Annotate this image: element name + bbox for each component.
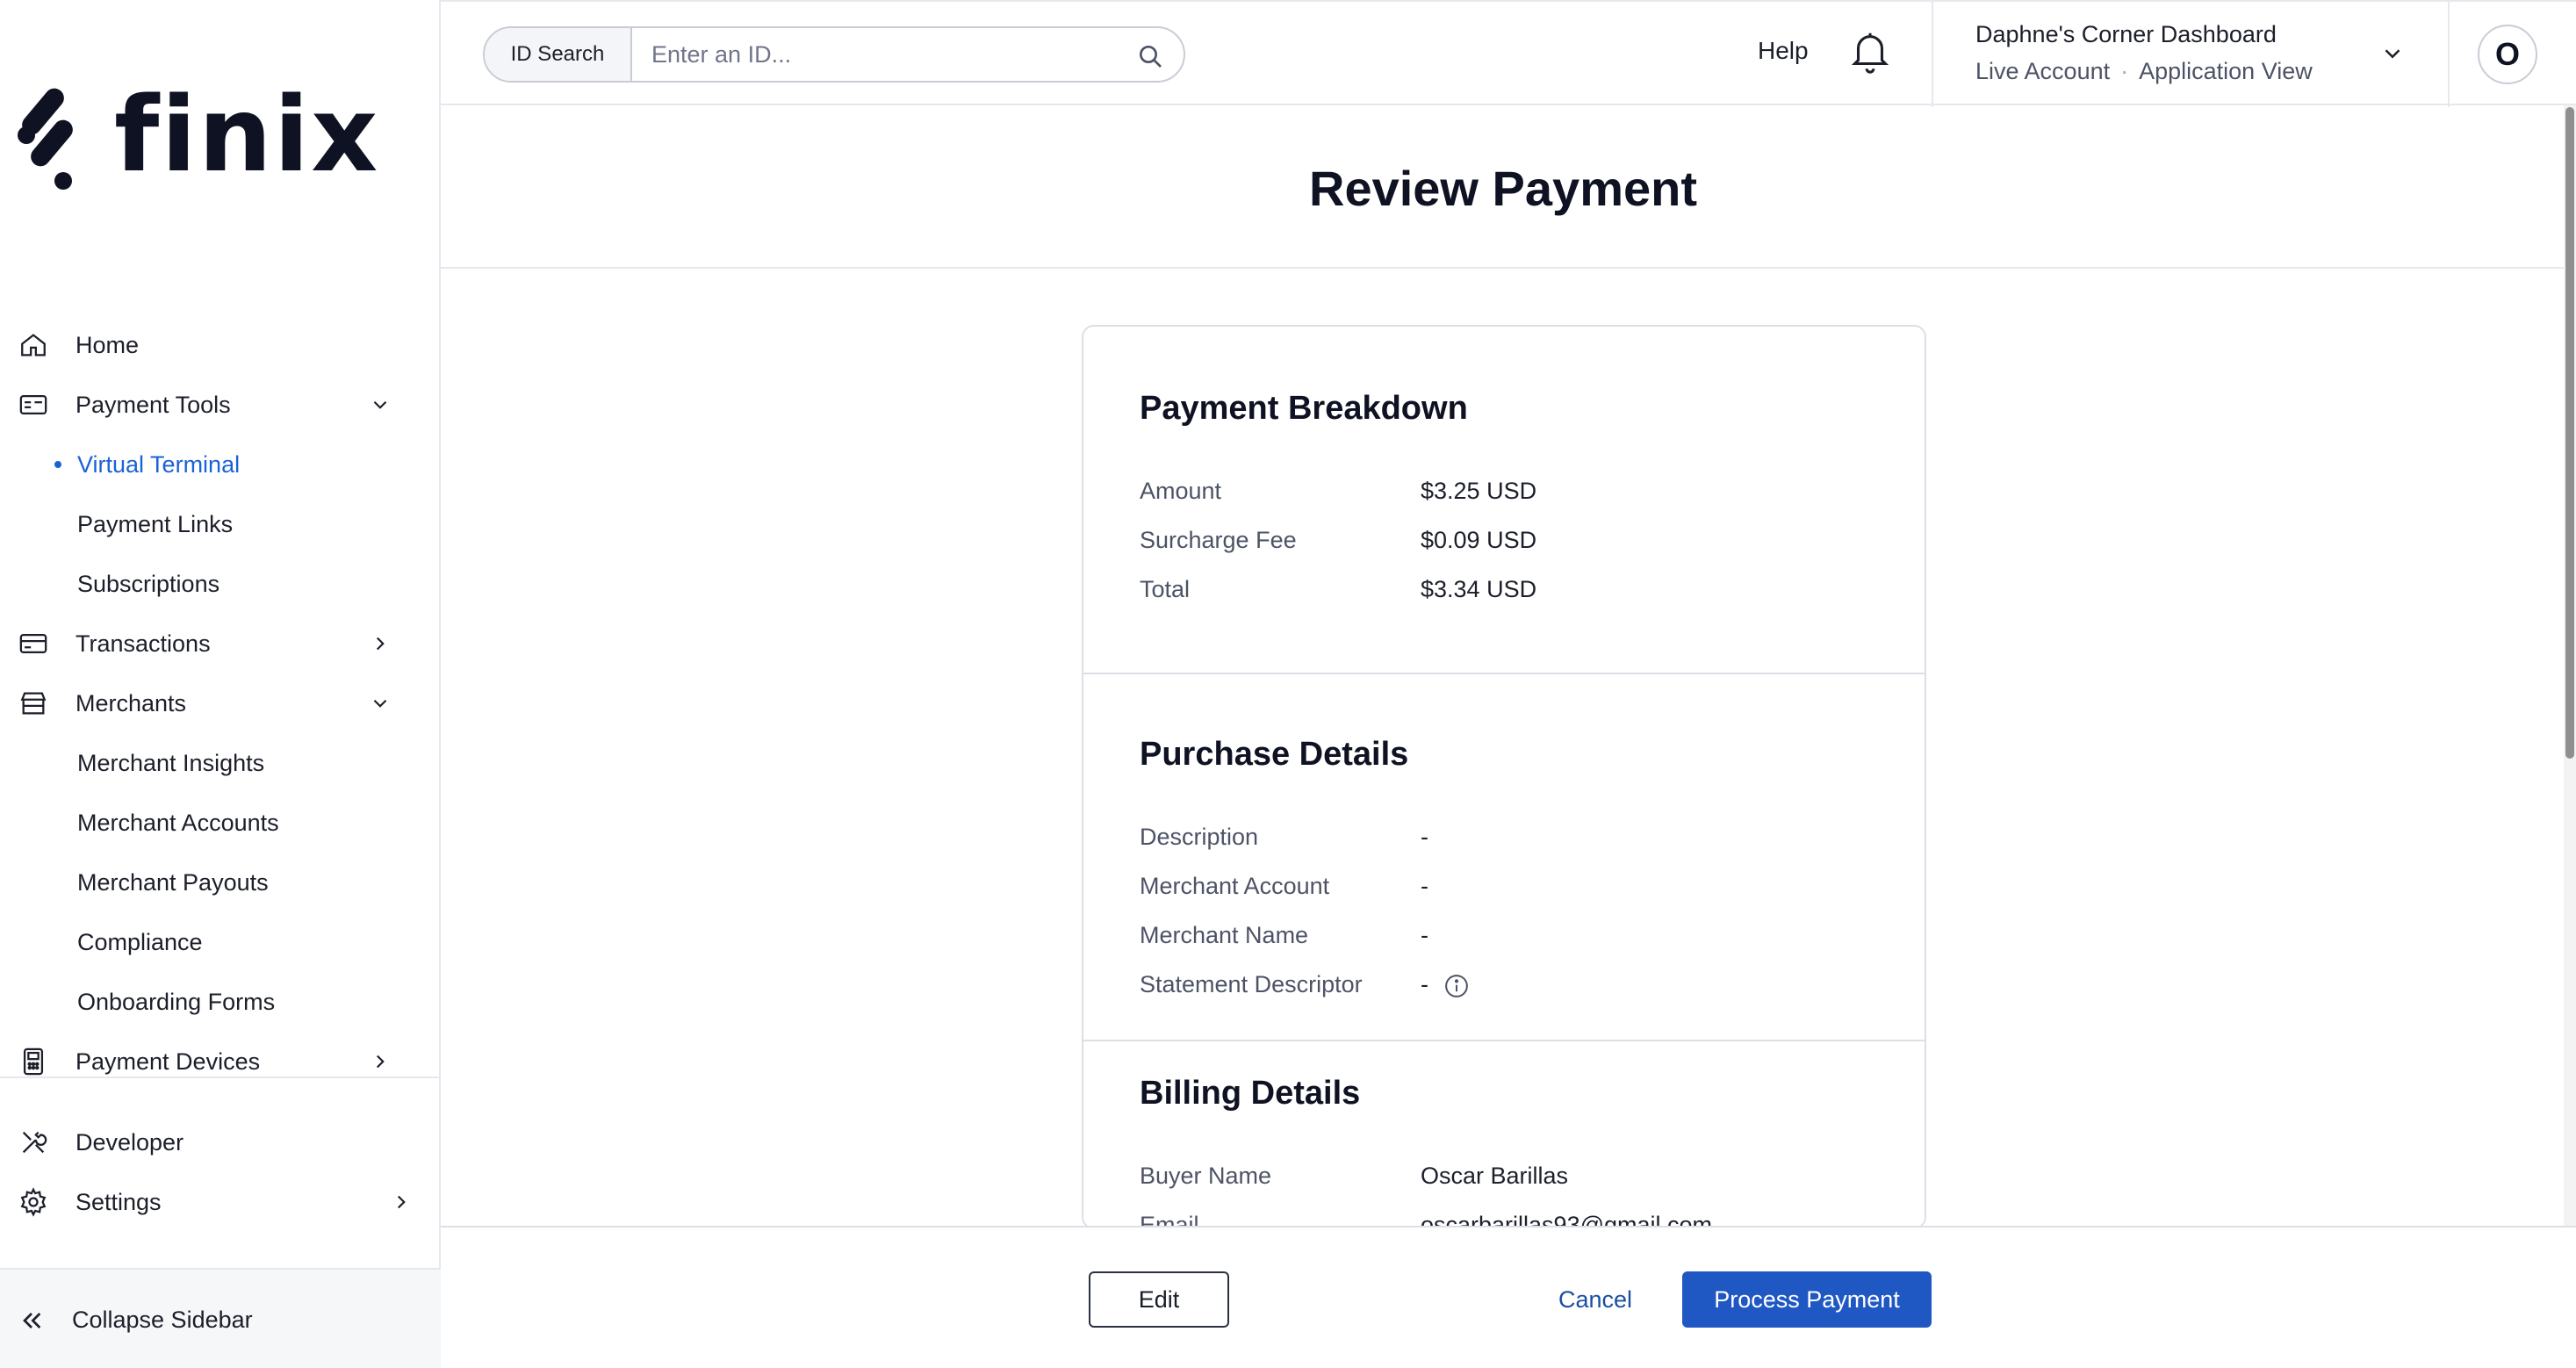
- merchant-account-value: -: [1421, 873, 1428, 899]
- surcharge-fee-label: Surcharge Fee: [1140, 527, 1297, 553]
- payment-device-icon: [18, 1046, 49, 1077]
- description-value: -: [1421, 824, 1428, 850]
- total-label: Total: [1140, 576, 1191, 602]
- collapse-sidebar-button[interactable]: Collapse Sidebar: [0, 1268, 441, 1368]
- help-link[interactable]: Help: [1758, 37, 1809, 65]
- developer-tools-icon: [18, 1127, 49, 1158]
- sidebar-item-merchant-payouts[interactable]: Merchant Payouts: [0, 854, 441, 911]
- buyer-name-label: Buyer Name: [1140, 1163, 1272, 1189]
- sidebar-item-label: Merchants: [76, 689, 187, 716]
- chevron-right-icon: [376, 1055, 385, 1069]
- section-divider: [1083, 673, 1925, 674]
- sidebar-item-label: Merchant Insights: [77, 749, 265, 776]
- chevron-down-icon: [373, 400, 387, 409]
- collapse-sidebar-label: Collapse Sidebar: [72, 1307, 253, 1333]
- sidebar-item-label: Payment Devices: [76, 1048, 261, 1075]
- id-search-box: ID Search: [483, 26, 1185, 83]
- review-payment-card: Payment Breakdown Amount $3.25 USD Surch…: [1082, 325, 1926, 1229]
- sidebar-item-label: Merchant Payouts: [77, 868, 269, 896]
- sidebar-item-label: Subscriptions: [77, 570, 220, 597]
- page-title: Review Payment: [1309, 161, 1697, 216]
- id-search-tag[interactable]: ID Search: [485, 28, 632, 81]
- header-divider: [2448, 2, 2450, 107]
- user-avatar[interactable]: O: [2478, 25, 2537, 84]
- scrollbar-thumb[interactable]: [2565, 107, 2574, 759]
- chevron-right-icon: [397, 1195, 406, 1209]
- sidebar-item-settings[interactable]: Settings: [0, 1174, 441, 1230]
- gear-icon: [18, 1186, 49, 1218]
- chevron-down-icon: [2385, 49, 2400, 59]
- payment-breakdown-title: Payment Breakdown: [1140, 390, 1468, 427]
- top-bar: ID Search Help Daphne's Corner Dashboard…: [441, 0, 2576, 107]
- active-indicator-dot: [54, 461, 61, 468]
- sidebar-item-label: Payment Tools: [76, 391, 231, 418]
- sidebar-item-developer[interactable]: Developer: [0, 1114, 441, 1170]
- finix-logo[interactable]: finix: [12, 77, 379, 191]
- finix-logo-mark-icon: [18, 88, 73, 190]
- sidebar-item-transactions[interactable]: Transactions: [0, 616, 441, 672]
- sidebar-item-label: Home: [76, 331, 140, 358]
- account-dashboard-name: Daphne's Corner Dashboard: [1975, 21, 2277, 47]
- sidebar-item-payment-links[interactable]: Payment Links: [0, 496, 441, 552]
- info-icon[interactable]: [1443, 973, 1470, 999]
- merchant-account-label: Merchant Account: [1140, 873, 1330, 899]
- sidebar-item-subscriptions[interactable]: Subscriptions: [0, 556, 441, 612]
- billing-details-title: Billing Details: [1140, 1075, 1361, 1112]
- sidebar-item-payment-tools[interactable]: Payment Tools: [0, 377, 441, 433]
- id-search-input[interactable]: [632, 40, 1124, 68]
- search-icon[interactable]: [1136, 42, 1164, 70]
- purchase-details-title: Purchase Details: [1140, 736, 1409, 773]
- merchant-name-label: Merchant Name: [1140, 922, 1309, 948]
- page-header: Review Payment: [441, 105, 2576, 269]
- description-label: Description: [1140, 824, 1259, 850]
- merchant-name-value: -: [1421, 922, 1428, 948]
- finix-logo-wordmark: finix: [114, 74, 380, 195]
- total-value: $3.34 USD: [1421, 576, 1537, 602]
- double-chevron-left-icon: [23, 1313, 41, 1328]
- sidebar-item-merchant-insights[interactable]: Merchant Insights: [0, 735, 441, 791]
- cancel-button[interactable]: Cancel: [1538, 1271, 1652, 1328]
- sidebar-item-home[interactable]: Home: [0, 317, 441, 373]
- chevron-down-icon: [373, 699, 387, 708]
- buyer-name-value: Oscar Barillas: [1421, 1163, 1569, 1189]
- chevron-right-icon: [376, 637, 385, 651]
- statement-descriptor-value: -: [1421, 971, 1428, 997]
- sidebar-item-payment-devices[interactable]: Payment Devices: [0, 1033, 441, 1090]
- sidebar-divider: [0, 1076, 441, 1078]
- bell-notification-icon[interactable]: [1849, 28, 1891, 76]
- sidebar-item-merchant-accounts[interactable]: Merchant Accounts: [0, 795, 441, 851]
- sidebar-item-virtual-terminal[interactable]: Virtual Terminal: [0, 436, 441, 493]
- account-view: Application View: [2139, 58, 2313, 84]
- account-type: Live Account: [1975, 58, 2111, 84]
- sidebar-item-label: Compliance: [77, 928, 203, 955]
- home-icon: [18, 329, 49, 361]
- sidebar-item-label: Payment Links: [77, 510, 234, 537]
- payment-tools-icon: [18, 389, 49, 421]
- merchants-store-icon: [18, 688, 49, 719]
- sidebar-item-label: Onboarding Forms: [77, 988, 276, 1015]
- process-payment-button[interactable]: Process Payment: [1682, 1271, 1932, 1328]
- edit-button[interactable]: Edit: [1089, 1271, 1229, 1328]
- statement-descriptor-label: Statement Descriptor: [1140, 971, 1363, 997]
- section-divider: [1083, 1040, 1925, 1041]
- sidebar-item-label: Settings: [76, 1188, 162, 1215]
- surcharge-fee-value: $0.09 USD: [1421, 527, 1537, 553]
- header-divider: [1932, 2, 1933, 107]
- account-subtitle: Live Account · Application View: [1975, 58, 2313, 84]
- sidebar-item-onboarding-forms[interactable]: Onboarding Forms: [0, 974, 441, 1030]
- sidebar-item-merchants[interactable]: Merchants: [0, 675, 441, 731]
- amount-label: Amount: [1140, 478, 1222, 504]
- sidebar-item-label: Developer: [76, 1128, 184, 1156]
- sidebar: finix Home Payment Tools Virtual Termina…: [0, 0, 441, 1368]
- sidebar-item-label: Merchant Accounts: [77, 809, 279, 836]
- transactions-icon: [18, 628, 49, 659]
- amount-value: $3.25 USD: [1421, 478, 1537, 504]
- sidebar-item-compliance[interactable]: Compliance: [0, 914, 441, 970]
- sidebar-item-label: Virtual Terminal: [77, 450, 241, 478]
- action-footer: Edit Cancel Process Payment: [441, 1226, 2576, 1368]
- sidebar-item-label: Transactions: [76, 630, 211, 657]
